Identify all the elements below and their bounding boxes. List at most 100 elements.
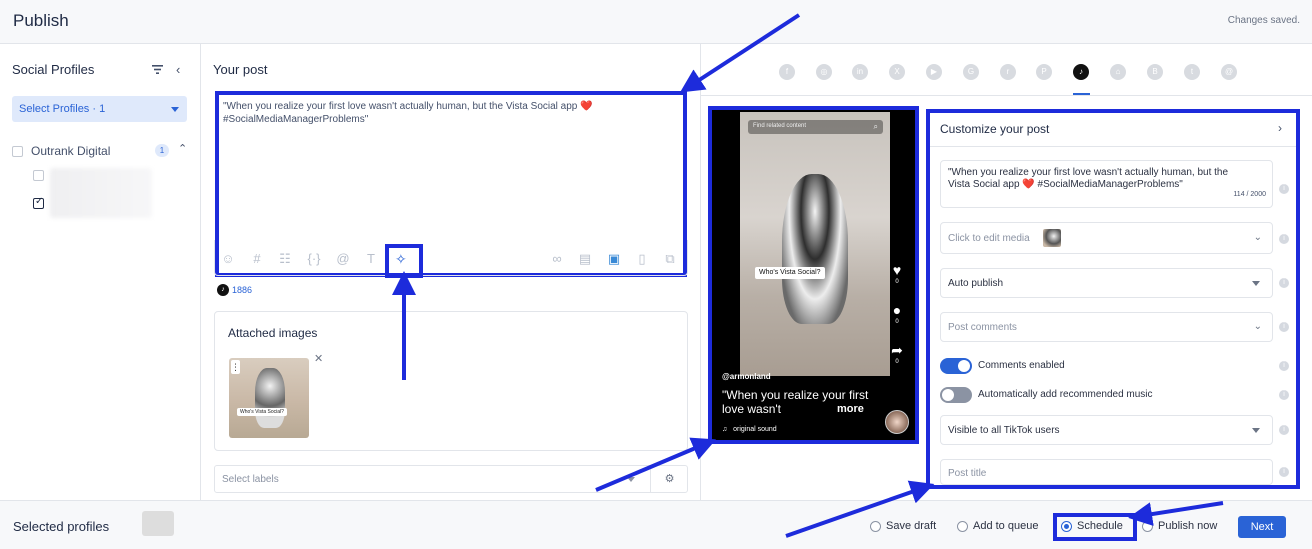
recommended-music-toggle[interactable] [940, 387, 972, 403]
publish-mode-value: Auto publish [948, 278, 1004, 289]
info-icon[interactable]: i [1279, 390, 1289, 400]
threads-icon[interactable]: @ [1221, 64, 1237, 80]
text-icon[interactable]: T [363, 251, 379, 267]
group-checkbox[interactable] [12, 146, 23, 157]
file-icon[interactable]: ▯ [634, 251, 650, 267]
facebook-icon[interactable]: f [779, 64, 795, 80]
info-icon[interactable]: i [1279, 425, 1289, 435]
preview-search-text: Find related content [753, 123, 807, 129]
page-header: Publish Changes saved. [0, 0, 1312, 44]
caret-down-icon [1252, 281, 1260, 286]
next-button[interactable]: Next [1238, 516, 1286, 538]
post-title-field[interactable]: Post title [940, 459, 1273, 485]
instagram-icon[interactable]: ◎ [816, 64, 832, 80]
magic-wand-button[interactable]: ✧ [385, 244, 423, 278]
selected-profiles-label: Selected profiles [13, 519, 110, 534]
chevron-right-icon[interactable]: › [1278, 121, 1282, 135]
blogger-icon[interactable]: B [1147, 64, 1163, 80]
sound-label: original sound [733, 426, 777, 433]
publish-footer: Selected profiles Save draft Add to queu… [0, 500, 1312, 549]
collapse-sidebar-icon[interactable]: ‹ [176, 62, 180, 77]
music-note-icon: ♫ [722, 426, 728, 433]
save-status: Changes saved. [1227, 15, 1300, 26]
chevron-down-icon: ⌄ [1253, 321, 1262, 332]
save-draft-label[interactable]: Save draft [886, 520, 936, 532]
info-icon[interactable]: i [1279, 322, 1289, 332]
filter-icon[interactable] [151, 63, 164, 76]
tumblr-icon[interactable]: t [1184, 64, 1200, 80]
comment-icon: ● [892, 302, 902, 318]
post-editor: Your post "When you realize your first l… [201, 44, 701, 500]
variable-icon[interactable]: ☷ [277, 251, 293, 267]
customize-post-panel: Customize your post › "When you realize … [926, 109, 1300, 489]
comments-enabled-toggle[interactable] [940, 358, 972, 374]
active-tab-indicator [1073, 93, 1090, 95]
info-icon[interactable]: i [1279, 184, 1289, 194]
attached-image-thumbnail[interactable]: Who's Vista Social? ⋮ [229, 358, 309, 438]
gallery-icon[interactable]: ⧉ [662, 251, 678, 267]
avatar [142, 511, 174, 536]
schedule-radio[interactable] [1061, 521, 1072, 532]
comment-count: 0 [895, 319, 899, 325]
add-to-queue-radio[interactable] [957, 521, 968, 532]
tiktok-icon[interactable]: ♪ [1073, 64, 1089, 80]
publish-mode-select[interactable]: Auto publish [940, 268, 1273, 298]
snapchat-icon[interactable]: ⌂ [1110, 64, 1126, 80]
publish-now-radio[interactable] [1142, 521, 1153, 532]
link-icon[interactable]: ∞ [549, 251, 565, 267]
tiktok-preview-frame: Find related content ⌕ Who's Vista Social… [708, 106, 919, 444]
google-business-icon[interactable]: G [963, 64, 979, 80]
code-braces-icon[interactable]: {·} [306, 251, 322, 267]
emoji-icon[interactable]: ☺ [220, 251, 236, 267]
media-library-icon[interactable]: ▤ [577, 251, 593, 267]
remove-image-icon[interactable]: ✕ [314, 352, 323, 365]
thumb-caption: Who's Vista Social? [237, 408, 287, 416]
publish-now-label[interactable]: Publish now [1158, 520, 1217, 532]
profile-checkbox-2[interactable] [33, 196, 44, 209]
like-action: ♥ 0 [885, 262, 909, 286]
media-thumbnail [1043, 229, 1061, 247]
info-icon[interactable]: i [1279, 361, 1289, 371]
save-draft-radio[interactable] [870, 521, 881, 532]
comment-action: ● 0 [885, 302, 909, 326]
chevron-up-icon[interactable]: ⌃ [178, 142, 187, 155]
tiktok-icon: ♪ [217, 284, 229, 296]
profile-group-outrank-digital[interactable]: Outrank Digital 1 ⌃ [12, 142, 192, 160]
edit-media-field[interactable]: Click to edit media ⌄ [940, 222, 1273, 254]
search-icon: ⌕ [873, 122, 878, 131]
social-profiles-sidebar: Social Profiles ‹ Select Profiles · 1 Ou… [0, 44, 201, 500]
dog-photo [782, 174, 848, 324]
customize-header[interactable]: Customize your post › [930, 113, 1296, 147]
youtube-icon[interactable]: ▶ [926, 64, 942, 80]
gear-icon[interactable]: ⚙ [650, 466, 688, 492]
like-count: 0 [895, 279, 899, 285]
mention-icon[interactable]: @ [335, 251, 351, 267]
caret-down-icon [171, 107, 179, 112]
info-icon[interactable]: i [1279, 467, 1289, 477]
profile-checkbox-1[interactable] [33, 170, 44, 181]
post-comments-field[interactable]: Post comments ⌄ [940, 312, 1273, 342]
reddit-icon[interactable]: r [1000, 64, 1016, 80]
visibility-select[interactable]: Visible to all TikTok users [940, 415, 1273, 445]
pinterest-icon[interactable]: P [1036, 64, 1052, 80]
x-icon[interactable]: X [889, 64, 905, 80]
more-options-icon[interactable]: ⋮ [231, 360, 240, 374]
info-icon[interactable]: i [1279, 278, 1289, 288]
add-to-queue-label[interactable]: Add to queue [973, 520, 1038, 532]
labels-select[interactable]: Select labels ⚙ [214, 465, 688, 493]
select-profiles-dropdown[interactable]: Select Profiles · 1 [12, 96, 187, 122]
camera-icon[interactable]: ▣ [606, 251, 622, 267]
preview-username: @armonland [722, 372, 771, 381]
schedule-label[interactable]: Schedule [1077, 520, 1123, 532]
share-icon: ➦ [891, 342, 903, 358]
post-text: "When you realize your first love wasn't… [223, 101, 593, 125]
post-title-placeholder: Post title [948, 468, 987, 479]
group-count-badge: 1 [155, 144, 169, 157]
custom-text-field[interactable]: "When you realize your first love wasn't… [940, 160, 1273, 208]
page-title: Publish [13, 11, 69, 30]
hashtag-icon[interactable]: # [249, 251, 265, 267]
post-comments-label: Post comments [948, 322, 1017, 333]
linkedin-icon[interactable]: in [852, 64, 868, 80]
preview-sound: ♫ original sound [722, 426, 777, 433]
info-icon[interactable]: i [1279, 234, 1289, 244]
